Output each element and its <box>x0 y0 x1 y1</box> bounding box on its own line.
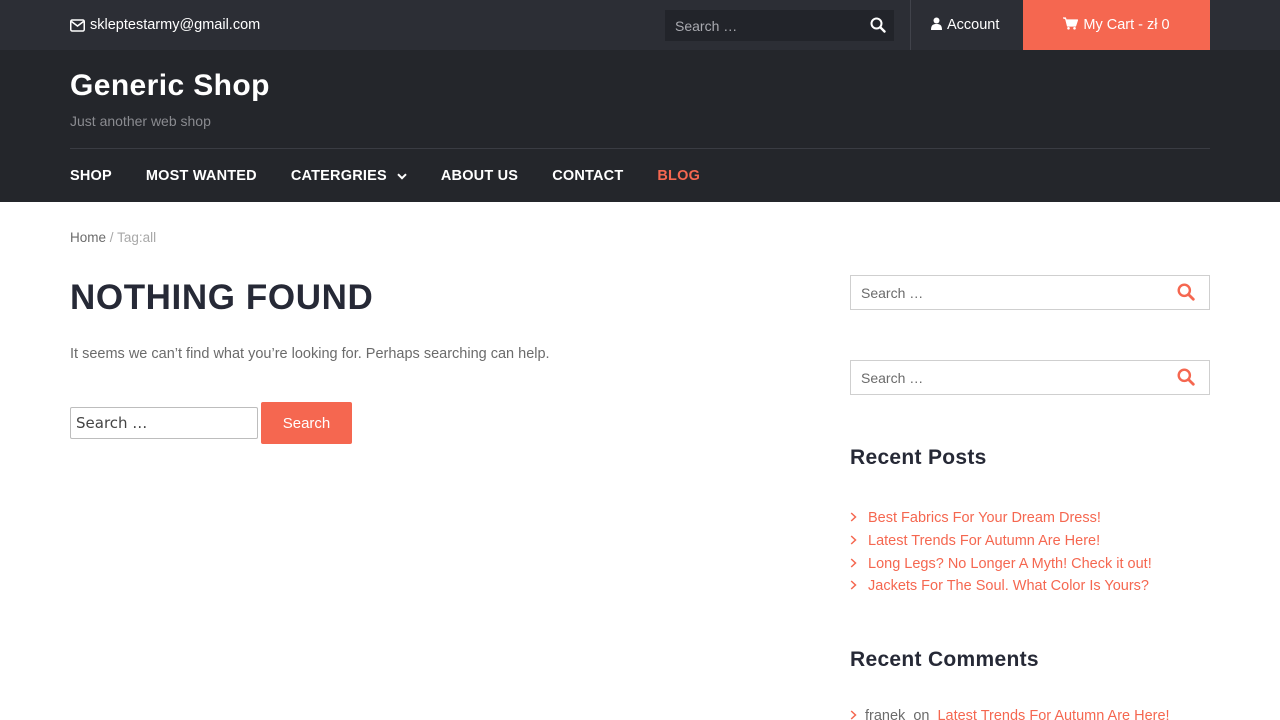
list-item[interactable]: Latest Trends For Autumn Are Here! <box>850 530 1152 553</box>
envelope-icon <box>70 18 85 32</box>
search-icon[interactable] <box>1177 283 1195 301</box>
nav-item-blog[interactable]: BLOG <box>657 168 700 184</box>
recent-posts-title: Recent Posts <box>850 446 987 469</box>
search-button[interactable]: Search <box>261 402 352 444</box>
comment-author: franek <box>865 708 906 720</box>
sidebar-search-form-1 <box>850 275 1210 310</box>
chevron-right-icon <box>850 578 857 594</box>
page-title: NOTHING FOUND <box>70 278 374 317</box>
site-title[interactable]: Generic Shop <box>70 69 270 103</box>
contact-email[interactable]: skleptestarmy@gmail.com <box>70 0 260 50</box>
nav-item-label: BLOG <box>657 167 701 184</box>
recent-comment-item: franek on Latest Trends For Autumn Are H… <box>850 708 1170 720</box>
cart-icon <box>1063 16 1079 34</box>
comment-post-link[interactable]: Latest Trends For Autumn Are Here! <box>937 708 1169 720</box>
search-icon[interactable] <box>1177 368 1195 386</box>
sidebar-search-form-2 <box>850 360 1210 395</box>
nav-item-shop[interactable]: SHOP <box>70 168 112 184</box>
breadcrumb-home[interactable]: Home <box>70 230 106 245</box>
chevron-down-icon <box>397 168 407 184</box>
header-search-form <box>665 10 894 41</box>
user-icon <box>931 17 942 34</box>
nav-item-label: ABOUT US <box>440 167 519 184</box>
account-link[interactable]: Account <box>931 0 999 50</box>
search-icon[interactable] <box>870 17 886 33</box>
recent-post-link[interactable]: Best Fabrics For Your Dream Dress! <box>868 510 1101 526</box>
chevron-right-icon <box>850 708 857 720</box>
comment-on: on <box>913 708 930 720</box>
nav-item-label: CONTACT <box>552 167 624 184</box>
list-item[interactable]: Long Legs? No Longer A Myth! Check it ou… <box>850 552 1152 575</box>
sidebar-search-input[interactable] <box>851 276 1161 309</box>
list-item[interactable]: Jackets For The Soul. What Color Is Your… <box>850 575 1152 598</box>
header-search-input[interactable] <box>665 10 855 41</box>
no-results-message: It seems we can’t find what you’re looki… <box>70 346 550 362</box>
cart-label: My Cart - zł 0 <box>1083 17 1170 33</box>
sidebar-search-input[interactable] <box>851 361 1161 394</box>
recent-post-link[interactable]: Jackets For The Soul. What Color Is Your… <box>868 578 1149 594</box>
account-label: Account <box>947 17 1000 33</box>
recent-post-link[interactable]: Latest Trends For Autumn Are Here! <box>868 533 1100 549</box>
chevron-right-icon <box>850 556 857 572</box>
nav-item-label: MOST WANTED <box>145 167 257 184</box>
site-header: Generic Shop Just another web shop SHOP … <box>0 50 1280 202</box>
breadcrumb: Home / Tag:all <box>70 230 156 245</box>
chevron-right-icon <box>850 510 857 526</box>
chevron-right-icon <box>850 533 857 549</box>
nav-item-label: SHOP <box>70 167 112 184</box>
site-tagline: Just another web shop <box>70 113 211 129</box>
nav-item-label: CATERGRIES <box>290 167 387 184</box>
recent-post-link[interactable]: Long Legs? No Longer A Myth! Check it ou… <box>868 556 1152 572</box>
breadcrumb-separator: / <box>109 230 114 245</box>
nav-item-most-wanted[interactable]: MOST WANTED <box>146 168 257 184</box>
content-search-input[interactable] <box>70 407 258 439</box>
nav-item-categories[interactable]: CATERGRIES <box>291 168 407 184</box>
topbar-divider <box>910 0 911 50</box>
cart-button[interactable]: My Cart - zł 0 <box>1023 0 1210 50</box>
nav-item-contact[interactable]: CONTACT <box>552 168 623 184</box>
list-item[interactable]: Best Fabrics For Your Dream Dress! <box>850 507 1152 530</box>
main-nav: SHOP MOST WANTED CATERGRIES ABOUT US CON… <box>70 149 734 202</box>
recent-posts-list: Best Fabrics For Your Dream Dress! Lates… <box>850 507 1152 598</box>
nav-item-about-us[interactable]: ABOUT US <box>441 168 518 184</box>
breadcrumb-current: Tag:all <box>117 230 157 245</box>
top-bar: skleptestarmy@gmail.com Account My Cart … <box>0 0 1280 50</box>
contact-email-text: skleptestarmy@gmail.com <box>90 17 261 33</box>
recent-comments-title: Recent Comments <box>850 648 1039 671</box>
